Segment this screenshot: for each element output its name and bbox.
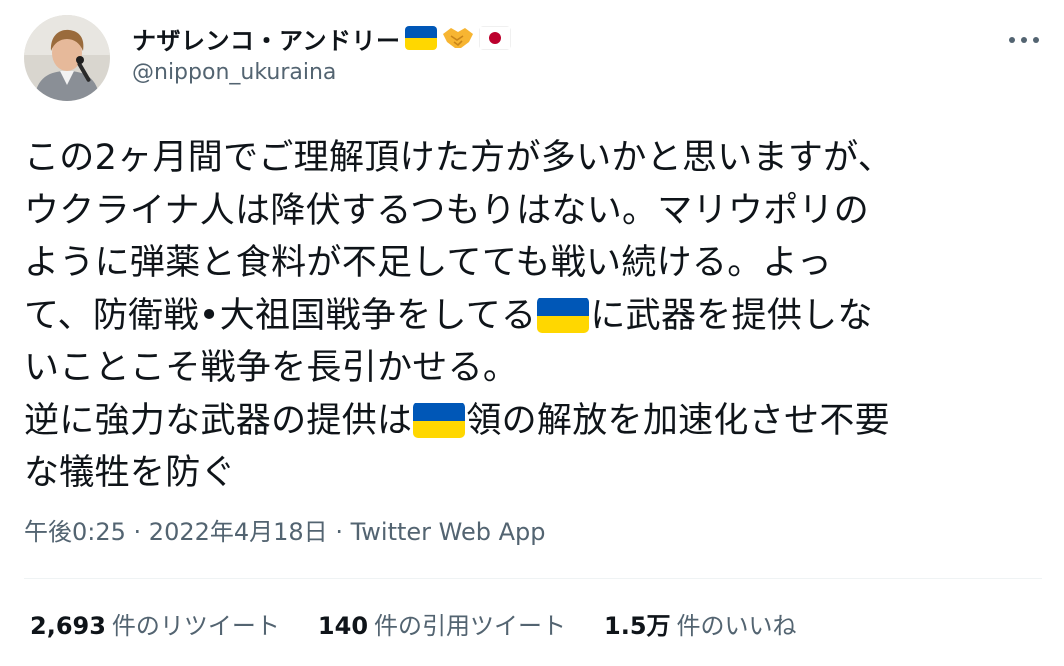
tweet-text-line: ように弾薬と食料が不足してても戦い続ける。よっ — [24, 237, 1044, 290]
author-name-row: ナザレンコ・アンドリー — [132, 20, 511, 56]
tweet-text-line: この2ヶ月間でご理解頂けた方が多いかと思いますが、 — [24, 132, 1044, 185]
meta-separator: · — [125, 518, 149, 546]
tweet-text: この2ヶ月間でご理解頂けた方が多いかと思いますが、 ウクライナ人は降伏するつもりは… — [24, 132, 1044, 500]
author-handle[interactable]: @nippon_ukuraina — [132, 60, 336, 85]
flag-ukraine-icon — [404, 26, 437, 50]
tweet-meta: 午後0:25 · 2022年4月18日 · Twitter Web App — [24, 512, 545, 547]
avatar[interactable] — [24, 15, 110, 101]
tweet-text-line: ウクライナ人は降伏するつもりはない。マリウポリの — [24, 185, 1044, 238]
tweet-text-segment: ように弾薬と食料が不足してても戦い続ける。よっ — [24, 243, 833, 283]
tweet-card: ナザレンコ・アンドリー @nippon_ukuraina この2ヶ月間でご理解頂… — [0, 0, 1064, 666]
tweet-text-segment: 逆に強力な武器の提供は — [24, 400, 413, 441]
tweet-text-segment: て、防衛戦•大祖国戦争をしてる — [24, 295, 537, 336]
more-options-button[interactable] — [1006, 22, 1042, 58]
quotes-count: 140 — [317, 612, 369, 640]
retweets-count: 2,693 — [30, 612, 106, 640]
divider — [24, 578, 1042, 579]
author-display-name[interactable]: ナザレンコ・アンドリー — [132, 21, 401, 56]
meta-separator: · — [327, 518, 351, 546]
likes-stat[interactable]: 1.5万 件のいいね — [604, 606, 797, 641]
tweet-text-segment: な犠牲を防ぐ — [24, 453, 236, 493]
tweet-source[interactable]: Twitter Web App — [351, 518, 546, 546]
quotes-stat[interactable]: 140 件の引用ツイート — [318, 606, 566, 641]
tweet-text-segment: いことこそ戦争を長引かせる。 — [24, 348, 519, 388]
quotes-label: 件の引用ツイート — [374, 612, 567, 640]
tweet-text-segment: ウクライナ人は降伏するつもりはない。マリウポリの — [24, 190, 870, 231]
retweets-stat[interactable]: 2,693 件のリツイート — [30, 606, 280, 641]
flag-ukraine-icon — [537, 297, 590, 333]
tweet-stats: 2,693 件のリツイート 140 件の引用ツイート 1.5万 件のいいね — [30, 606, 835, 641]
tweet-text-line: 逆に強力な武器の提供は 領の解放を加速化させ不要 — [24, 395, 1044, 448]
tweet-text-segment: に武器を提供しな — [590, 295, 873, 336]
tweet-text-line: な犠牲を防ぐ — [24, 447, 1044, 500]
tweet-text-segment: この2ヶ月間でご理解頂けた方が多いかと思いますが、 — [24, 138, 894, 178]
likes-count: 1.5万 — [604, 612, 671, 640]
more-dots-icon — [1009, 37, 1039, 43]
tweet-text-line: いことこそ戦争を長引かせる。 — [24, 342, 1044, 395]
retweets-label: 件のリツイート — [111, 612, 280, 640]
handshake-icon — [441, 24, 475, 52]
tweet-text-line: て、防衛戦•大祖国戦争をしてる に武器を提供しな — [24, 290, 1044, 343]
tweet-date[interactable]: 2022年4月18日 — [149, 518, 328, 546]
tweet-text-segment: 領の解放を加速化させ不要 — [466, 400, 890, 441]
likes-label: 件のいいね — [676, 612, 797, 640]
flag-ukraine-icon — [413, 402, 466, 438]
flag-japan-icon — [478, 26, 511, 50]
tweet-time[interactable]: 午後0:25 — [24, 518, 126, 546]
